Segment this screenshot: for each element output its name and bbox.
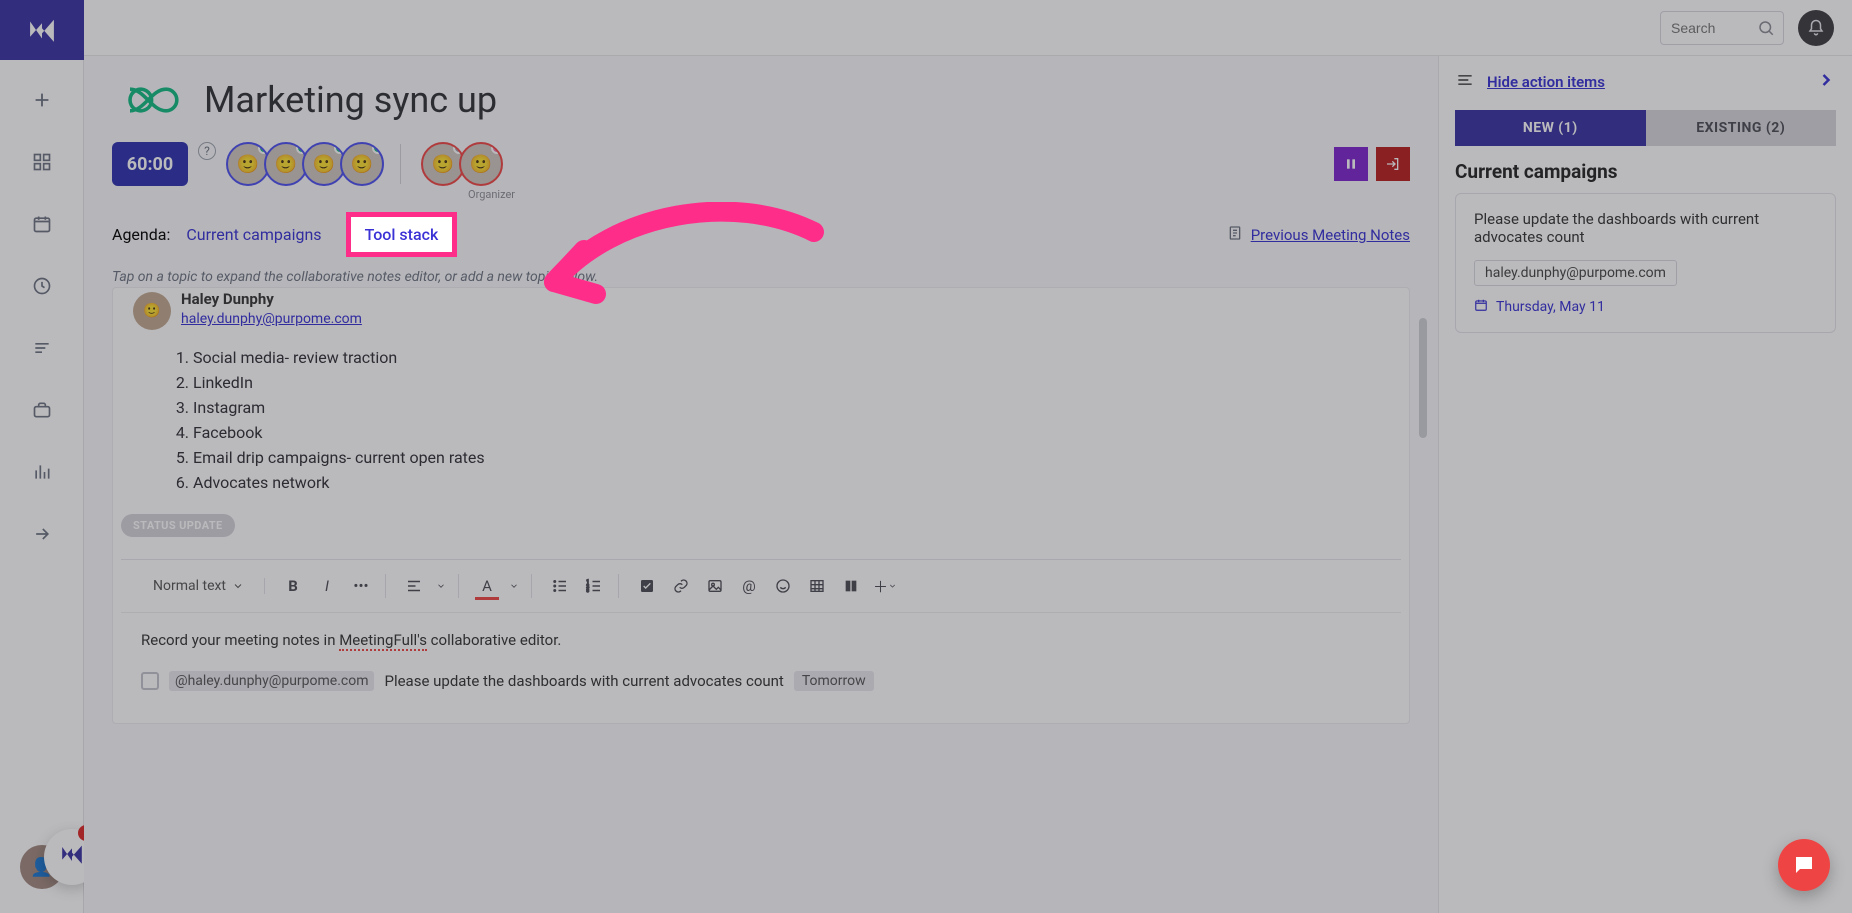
- search-icon: [1757, 19, 1775, 41]
- numbered-list-button[interactable]: 123: [582, 574, 606, 598]
- leave-meeting-button[interactable]: [1376, 147, 1410, 181]
- analytics-icon[interactable]: [20, 450, 64, 494]
- arrow-right-icon[interactable]: [20, 512, 64, 556]
- action-items-tab-new[interactable]: NEW (1): [1455, 110, 1646, 146]
- emoji-button[interactable]: [771, 574, 795, 598]
- notes-card: 🙂 Haley Dunphy haley.dunphy@purpome.com …: [112, 287, 1410, 724]
- app-logo-small-icon: [58, 840, 86, 874]
- agenda-tab-current-campaigns[interactable]: Current campaigns: [182, 219, 325, 250]
- mention-button[interactable]: @: [737, 574, 761, 598]
- format-select-label: Normal text: [153, 578, 226, 594]
- link-button[interactable]: [669, 574, 693, 598]
- notes-editor: Normal text B I ••• A: [121, 559, 1401, 723]
- chevron-down-icon: [232, 580, 244, 592]
- organizer-label: Organizer: [468, 188, 515, 201]
- action-item-assignee[interactable]: haley.dunphy@purpome.com: [1474, 260, 1677, 286]
- top-bar: [84, 0, 1852, 56]
- scrollbar-indicator[interactable]: [1419, 318, 1427, 438]
- task-mention[interactable]: @haley.dunphy@purpome.com: [169, 671, 374, 691]
- add-icon[interactable]: [20, 78, 64, 122]
- pause-meeting-button[interactable]: [1334, 147, 1368, 181]
- bold-button[interactable]: B: [281, 574, 305, 598]
- text-color-button[interactable]: A: [475, 574, 499, 598]
- calendar-small-icon: [1474, 298, 1488, 316]
- topic-list: Social media- review traction LinkedIn I…: [169, 348, 1409, 492]
- timer-help-icon[interactable]: ?: [198, 142, 216, 160]
- action-items-panel: Hide action items NEW (1) EXISTING (2) C…: [1438, 56, 1852, 913]
- task-text: Please update the dashboards with curren…: [384, 672, 783, 690]
- left-navigation-rail: 👤 19: [0, 0, 84, 913]
- align-button[interactable]: [402, 574, 426, 598]
- action-item-date-text: Thursday, May 11: [1496, 299, 1605, 315]
- columns-button[interactable]: [839, 574, 863, 598]
- topic-item: Facebook: [193, 423, 1409, 442]
- editor-text-spellcheck: MeetingFull's: [339, 631, 427, 651]
- italic-button[interactable]: I: [315, 574, 339, 598]
- author-avatar[interactable]: 🙂: [133, 292, 171, 330]
- topic-item: LinkedIn: [193, 373, 1409, 392]
- editor-body[interactable]: Record your meeting notes in MeetingFull…: [121, 613, 1401, 723]
- attendee-avatar[interactable]: 🙂: [459, 142, 503, 186]
- editor-toolbar: Normal text B I ••• A: [121, 560, 1401, 613]
- action-item-card[interactable]: Please update the dashboards with curren…: [1455, 193, 1836, 333]
- support-chat-button[interactable]: [1778, 839, 1830, 891]
- svg-text:3: 3: [587, 588, 590, 594]
- task-row: @haley.dunphy@purpome.com Please update …: [141, 671, 1381, 691]
- calendar-icon[interactable]: [20, 202, 64, 246]
- editor-text-suffix: collaborative editor.: [427, 631, 561, 649]
- insert-more-button[interactable]: ＋: [873, 574, 897, 598]
- attendee-separator: [400, 144, 401, 184]
- recurring-meeting-icon: [112, 70, 184, 130]
- dashboard-icon[interactable]: [20, 140, 64, 184]
- meeting-timer[interactable]: 60:00: [112, 142, 188, 186]
- status-update-pill[interactable]: STATUS UPDATE: [121, 514, 235, 537]
- author-name: Haley Dunphy: [181, 290, 362, 308]
- panel-menu-icon[interactable]: [1455, 70, 1475, 94]
- briefcase-icon[interactable]: [20, 388, 64, 432]
- search-input[interactable]: [1671, 20, 1751, 36]
- app-logo[interactable]: [0, 0, 84, 60]
- author-email-link[interactable]: haley.dunphy@purpome.com: [181, 311, 362, 327]
- previous-notes-label: Previous Meeting Notes: [1251, 226, 1410, 244]
- topic-item: Social media- review traction: [193, 348, 1409, 367]
- checkbox-button[interactable]: [635, 574, 659, 598]
- task-checkbox[interactable]: [141, 672, 159, 690]
- agenda-tab-tool-stack[interactable]: Tool stack: [346, 212, 458, 257]
- hide-action-items-link[interactable]: Hide action items: [1487, 73, 1605, 91]
- confirmed-attendees: 🙂 🙂 🙂 🙂: [222, 142, 384, 186]
- panel-collapse-icon[interactable]: [1816, 70, 1836, 94]
- notifications-bell-button[interactable]: [1798, 10, 1834, 46]
- history-icon[interactable]: [20, 264, 64, 308]
- main-content: Marketing sync up 60:00 ? 🙂 🙂 🙂 🙂 🙂 🙂 Or…: [84, 56, 1438, 913]
- meeting-title: Marketing sync up: [204, 79, 497, 121]
- search-input-wrap[interactable]: [1660, 11, 1784, 45]
- action-items-tab-existing[interactable]: EXISTING (2): [1646, 110, 1837, 146]
- image-button[interactable]: [703, 574, 727, 598]
- more-format-button[interactable]: •••: [349, 574, 373, 598]
- task-due-chip[interactable]: Tomorrow: [794, 671, 874, 691]
- pending-attendees: 🙂 🙂: [417, 142, 503, 186]
- previous-meeting-notes-link[interactable]: Previous Meeting Notes: [1227, 225, 1410, 245]
- notes-icon[interactable]: [20, 326, 64, 370]
- format-select[interactable]: Normal text: [145, 578, 252, 594]
- agenda-hint-text: Tap on a topic to expand the collaborati…: [112, 269, 1410, 285]
- chevron-down-icon: [436, 581, 446, 591]
- topic-item: Advocates network: [193, 473, 1409, 492]
- attendee-avatar[interactable]: 🙂: [340, 142, 384, 186]
- chevron-down-icon: [509, 581, 519, 591]
- action-item-due-date[interactable]: Thursday, May 11: [1474, 298, 1817, 316]
- topic-item: Instagram: [193, 398, 1409, 417]
- topic-item: Email drip campaigns- current open rates: [193, 448, 1409, 467]
- bullet-list-button[interactable]: [548, 574, 572, 598]
- action-items-section-title: Current campaigns: [1455, 160, 1836, 183]
- document-icon: [1227, 225, 1243, 245]
- agenda-label: Agenda:: [112, 225, 170, 244]
- table-button[interactable]: [805, 574, 829, 598]
- action-item-description: Please update the dashboards with curren…: [1474, 210, 1817, 246]
- editor-text-prefix: Record your meeting notes in: [141, 631, 339, 649]
